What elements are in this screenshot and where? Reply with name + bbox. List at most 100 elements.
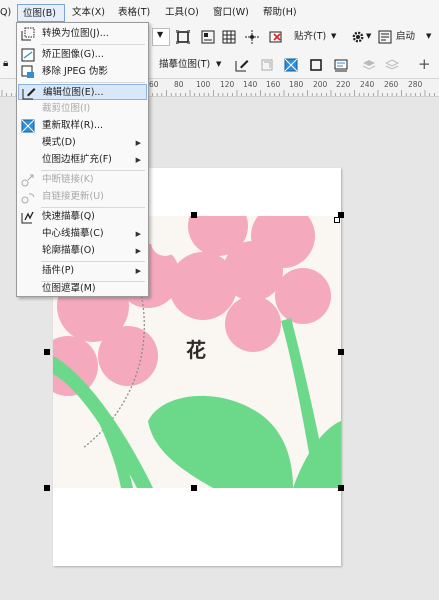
ruler-label: 100 — [196, 80, 211, 89]
menu-item-label: 移除 JPEG 伪影 — [42, 66, 108, 77]
chevron-down-icon[interactable]: ▼ — [366, 32, 371, 40]
submenu-arrow-icon: ▶ — [135, 139, 141, 147]
menu-item-label: 模式(D) — [42, 137, 76, 148]
selection-handle-top[interactable] — [191, 212, 197, 218]
menu-item-label: 重新取样(R)... — [42, 120, 104, 131]
stack-icon[interactable] — [385, 58, 399, 72]
bitmap-menu: 转换为位图(J)... 矫正图像(G)... 移除 JPEG 伪影 编辑位图(E… — [16, 22, 149, 297]
trace-bitmap-button[interactable]: 描摹位图(T) — [159, 56, 210, 74]
menu-item-centerline-trace[interactable]: 中心线描摹(C) ▶ — [18, 226, 147, 242]
submenu-arrow-icon: ▶ — [135, 247, 141, 255]
menu-item-mode[interactable]: 模式(D) ▶ — [18, 135, 147, 151]
crop-bitmap-icon[interactable] — [260, 58, 274, 72]
menu-item-edit-bitmap[interactable]: 编辑位图(E)... — [18, 84, 147, 100]
chevron-down-icon[interactable]: ▼ — [426, 32, 431, 40]
resample-icon[interactable] — [284, 58, 298, 72]
rotation-handle[interactable] — [334, 217, 340, 223]
selection-handle-bottom[interactable] — [191, 485, 197, 491]
menu-item-label: 位图遮罩(M) — [42, 283, 96, 294]
menu-item-label: 中断链接(K) — [42, 174, 94, 185]
menu-view-partial[interactable]: Q) — [0, 6, 11, 20]
menu-bitmap[interactable]: 位图(B) — [17, 4, 65, 22]
menu-text[interactable]: 文本(X) — [72, 6, 105, 20]
menu-item-label: 快速描摹(Q) — [42, 211, 95, 222]
menu-item-resample[interactable]: 重新取样(R)... — [18, 118, 147, 134]
selection-handle-bottom-right[interactable] — [338, 485, 344, 491]
chevron-down-icon: ▼ — [157, 30, 164, 39]
ruler-label: 140 — [243, 80, 258, 89]
straighten-image-icon — [21, 48, 35, 62]
menu-window[interactable]: 窗口(W) — [213, 6, 249, 20]
menu-item-break-link[interactable]: 中断链接(K) — [18, 172, 147, 188]
menu-item-update-link[interactable]: 自链接更新(U) — [18, 189, 147, 205]
snap-off-icon[interactable] — [269, 30, 283, 44]
ruler-label: 200 — [313, 80, 328, 89]
submenu-arrow-icon: ▶ — [135, 230, 141, 238]
ruler-label: 60 — [149, 80, 159, 89]
ruler-label: 160 — [266, 80, 281, 89]
menu-separator — [41, 170, 145, 171]
menu-item-label: 位图边框扩充(F) — [42, 154, 112, 165]
lock-icon[interactable]: 🔒︎ — [3, 58, 8, 69]
update-link-icon — [21, 190, 35, 204]
layers-icon[interactable] — [362, 58, 376, 72]
menu-item-remove-jpeg-artifacts[interactable]: 移除 JPEG 伪影 — [18, 64, 147, 80]
chevron-down-icon[interactable]: ▼ — [331, 32, 336, 40]
menu-item-label: 中心线描摹(C) — [42, 228, 104, 239]
zoom-dropdown[interactable]: ▼ — [152, 28, 170, 46]
menu-item-straighten-image[interactable]: 矫正图像(G)... — [18, 47, 147, 63]
menu-item-crop-bitmap[interactable]: 裁剪位图(I) — [18, 101, 147, 117]
ruler-label: 240 — [360, 80, 375, 89]
bitmap-border-icon[interactable] — [309, 58, 323, 72]
selection-handle-right[interactable] — [338, 349, 344, 355]
menu-help[interactable]: 帮助(H) — [263, 6, 297, 20]
ruler-label: 120 — [220, 80, 235, 89]
full-screen-icon[interactable] — [176, 30, 190, 44]
menu-item-quick-trace[interactable]: 快速描摹(Q) — [18, 209, 147, 225]
launch-button[interactable]: 启动 — [396, 28, 415, 46]
menu-item-label: 转换为位图(J)... — [42, 28, 109, 39]
selection-handle-left[interactable] — [44, 349, 50, 355]
menu-item-label: 插件(P) — [42, 265, 75, 276]
edit-bitmap-icon[interactable] — [235, 58, 249, 72]
menu-item-label: 自链接更新(U) — [42, 191, 104, 202]
menu-tools[interactable]: 工具(O) — [165, 6, 199, 20]
gear-icon[interactable] — [351, 30, 365, 44]
ruler-label: 260 — [384, 80, 399, 89]
submenu-arrow-icon: ▶ — [135, 267, 141, 275]
ruler-label: 280 — [408, 80, 423, 89]
snap-to-button[interactable]: 贴齐(T) — [294, 28, 326, 46]
menu-table[interactable]: 表格(T) — [118, 6, 150, 20]
convert-bitmap-icon — [21, 27, 35, 41]
menu-separator — [41, 44, 145, 45]
selection-handle-bottom-left[interactable] — [44, 485, 50, 491]
flower-text[interactable]: 花 — [186, 334, 206, 363]
bitmap-mask-icon[interactable] — [334, 58, 348, 72]
ruler-label: 80 — [174, 80, 184, 89]
menu-item-bitmap-border-expand[interactable]: 位图边框扩充(F) ▶ — [18, 152, 147, 168]
menu-item-label: 裁剪位图(I) — [42, 103, 91, 114]
add-icon[interactable]: + — [418, 55, 431, 73]
launch-icon[interactable] — [378, 30, 392, 44]
quick-trace-icon — [21, 210, 35, 224]
menu-separator — [41, 82, 145, 83]
show-guidelines-icon[interactable] — [245, 30, 259, 44]
menu-item-label: 编辑位图(E)... — [43, 87, 104, 98]
menu-item-label: 矫正图像(G)... — [42, 49, 104, 60]
chevron-down-icon[interactable]: ▼ — [216, 60, 221, 68]
menu-item-convert-to-bitmap[interactable]: 转换为位图(J)... — [18, 26, 147, 42]
menu-item-plugins[interactable]: 插件(P) ▶ — [18, 263, 147, 279]
resample-icon — [21, 119, 35, 133]
menu-item-bitmap-mask[interactable]: 位图遮罩(M) — [18, 281, 147, 297]
submenu-arrow-icon: ▶ — [135, 156, 141, 164]
break-link-icon — [21, 173, 35, 187]
show-grid-icon[interactable] — [222, 30, 236, 44]
menu-separator — [41, 261, 145, 262]
menu-separator — [41, 207, 145, 208]
ruler-label: 220 — [336, 80, 351, 89]
menu-item-outline-trace[interactable]: 轮廓描摹(O) ▶ — [18, 243, 147, 259]
ruler-label: 180 — [289, 80, 304, 89]
edit-bitmap-icon — [22, 86, 36, 100]
show-rulers-icon[interactable] — [201, 30, 215, 44]
remove-jpeg-artifacts-icon — [21, 65, 35, 79]
